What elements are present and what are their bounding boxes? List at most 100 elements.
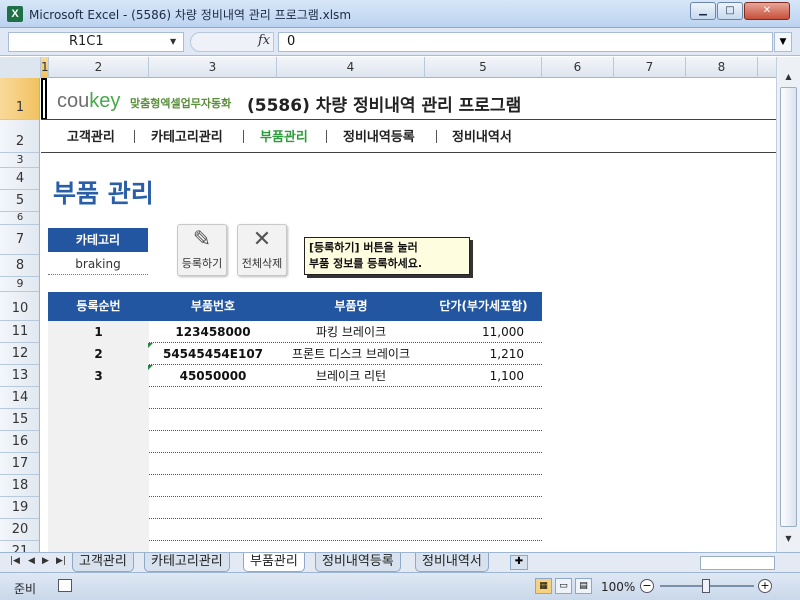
- cell-seq[interactable]: [48, 387, 149, 409]
- cell-seq[interactable]: 2: [48, 343, 149, 365]
- table-row[interactable]: [48, 497, 542, 519]
- sheet-tab-maintenance-report[interactable]: 정비내역서: [415, 553, 489, 572]
- cell-seq[interactable]: [48, 541, 149, 552]
- menu-item-maintenance-report[interactable]: 정비내역서: [452, 126, 512, 145]
- column-header[interactable]: 1: [41, 57, 49, 78]
- cell-seq[interactable]: [48, 519, 149, 541]
- macro-record-icon[interactable]: [58, 579, 72, 592]
- cell-part-name[interactable]: 프론트 디스크 브레이크: [277, 343, 425, 365]
- row-header[interactable]: 20: [0, 519, 39, 541]
- row-header[interactable]: 2: [0, 120, 39, 153]
- new-sheet-icon[interactable]: ✚: [510, 555, 528, 570]
- row-header[interactable]: 16: [0, 431, 39, 453]
- cell-seq[interactable]: [48, 409, 149, 431]
- row-header[interactable]: 6: [0, 212, 39, 225]
- minimize-button[interactable]: ▁: [690, 2, 716, 20]
- row-header[interactable]: 18: [0, 475, 39, 497]
- table-row[interactable]: [48, 387, 542, 409]
- formula-input[interactable]: 0: [278, 32, 773, 52]
- row-header[interactable]: 3: [0, 153, 39, 168]
- cell-seq[interactable]: 1: [48, 321, 149, 343]
- zoom-in-icon[interactable]: +: [758, 579, 772, 593]
- column-header[interactable]: 2: [49, 57, 149, 78]
- cell-part-no[interactable]: 54545454E107: [149, 343, 277, 365]
- row-header[interactable]: 1: [0, 78, 39, 120]
- name-box[interactable]: R1C1: [8, 32, 184, 52]
- sheet-tab-categories[interactable]: 카테고리관리: [144, 553, 230, 572]
- scroll-up-icon[interactable]: ▲: [780, 69, 797, 85]
- close-button[interactable]: ✕: [744, 2, 790, 20]
- menu-item-parts[interactable]: 부품관리: [260, 126, 308, 145]
- zoom-out-icon[interactable]: −: [640, 579, 654, 593]
- scroll-down-icon[interactable]: ▼: [780, 531, 797, 547]
- table-row[interactable]: 3 45050000 브레이크 리턴 1,100: [48, 365, 542, 387]
- cell-seq[interactable]: 3: [48, 365, 149, 387]
- horizontal-scrollbar[interactable]: [700, 556, 775, 570]
- cell-seq[interactable]: [48, 453, 149, 475]
- register-button[interactable]: ✎ 등록하기: [177, 224, 227, 276]
- first-sheet-icon[interactable]: |◀: [10, 556, 20, 566]
- expand-formula-icon[interactable]: ▼: [774, 32, 792, 52]
- column-header[interactable]: 5: [425, 57, 542, 78]
- cell-part-no[interactable]: 45050000: [149, 365, 277, 387]
- table-row[interactable]: [48, 453, 542, 475]
- row-header[interactable]: 5: [0, 190, 39, 212]
- cell-unit-price[interactable]: 1,100: [425, 365, 542, 387]
- row-header[interactable]: 13: [0, 365, 39, 387]
- row-header[interactable]: 11: [0, 321, 39, 343]
- table-row[interactable]: [48, 409, 542, 431]
- row-header[interactable]: 8: [0, 255, 39, 277]
- row-header[interactable]: 10: [0, 292, 39, 321]
- cell-unit-price[interactable]: 11,000: [425, 321, 542, 343]
- sheet-tab-maintenance-entry[interactable]: 정비내역등록: [315, 553, 401, 572]
- row-header[interactable]: 21: [0, 541, 39, 552]
- prev-sheet-icon[interactable]: ◀: [28, 556, 35, 566]
- row-header[interactable]: 17: [0, 453, 39, 475]
- column-header[interactable]: 4: [277, 57, 425, 78]
- row-header[interactable]: 15: [0, 409, 39, 431]
- row-header[interactable]: 14: [0, 387, 39, 409]
- row-header[interactable]: 19: [0, 497, 39, 519]
- table-row[interactable]: [48, 431, 542, 453]
- table-row[interactable]: [48, 519, 542, 541]
- chevron-down-icon[interactable]: ▼: [170, 37, 176, 46]
- scroll-thumb[interactable]: [780, 87, 797, 527]
- menu-item-customers[interactable]: 고객관리: [67, 126, 115, 145]
- page-break-view-icon[interactable]: ▤: [575, 578, 592, 594]
- maximize-button[interactable]: □: [717, 2, 743, 20]
- function-icon[interactable]: fx: [258, 33, 270, 48]
- column-header[interactable]: 3: [149, 57, 277, 78]
- cell-unit-price[interactable]: 1,210: [425, 343, 542, 365]
- menu-item-maintenance-entry[interactable]: 정비내역등록: [343, 126, 415, 145]
- worksheet[interactable]: coukey 맞춤형엑셀업무자동화 (5586) 차량 정비내역 관리 프로그램…: [41, 78, 776, 552]
- cell-part-name[interactable]: 브레이크 리턴: [277, 365, 425, 387]
- delete-all-button[interactable]: ✕ 전체삭제: [237, 224, 287, 276]
- table-row[interactable]: 1 123458000 파킹 브레이크 11,000: [48, 321, 542, 343]
- category-value[interactable]: braking: [48, 253, 148, 275]
- vertical-scrollbar[interactable]: ▲ ▼: [776, 57, 800, 552]
- next-sheet-icon[interactable]: ▶: [42, 556, 49, 566]
- column-header[interactable]: 6: [542, 57, 614, 78]
- last-sheet-icon[interactable]: ▶|: [56, 556, 66, 566]
- cell-seq[interactable]: [48, 431, 149, 453]
- cell-part-no[interactable]: 123458000: [149, 321, 277, 343]
- select-all-corner[interactable]: [0, 57, 41, 78]
- cell-seq[interactable]: [48, 475, 149, 497]
- row-header[interactable]: 7: [0, 225, 39, 255]
- menu-item-categories[interactable]: 카테고리관리: [151, 126, 223, 145]
- zoom-slider-thumb[interactable]: [702, 579, 710, 593]
- zoom-level[interactable]: 100%: [601, 580, 635, 594]
- normal-view-icon[interactable]: ▦: [535, 578, 552, 594]
- column-header[interactable]: 8: [686, 57, 758, 78]
- cell-seq[interactable]: [48, 497, 149, 519]
- table-row[interactable]: 2 54545454E107 프론트 디스크 브레이크 1,210: [48, 343, 542, 365]
- row-header[interactable]: 12: [0, 343, 39, 365]
- sheet-tab-parts[interactable]: 부품관리: [243, 553, 305, 572]
- cell-part-name[interactable]: 파킹 브레이크: [277, 321, 425, 343]
- row-header[interactable]: 9: [0, 277, 39, 292]
- page-layout-view-icon[interactable]: ▭: [555, 578, 572, 594]
- column-header[interactable]: 7: [614, 57, 686, 78]
- sheet-tab-customers[interactable]: 고객관리: [72, 553, 134, 572]
- table-row[interactable]: [48, 475, 542, 497]
- row-header[interactable]: 4: [0, 168, 39, 190]
